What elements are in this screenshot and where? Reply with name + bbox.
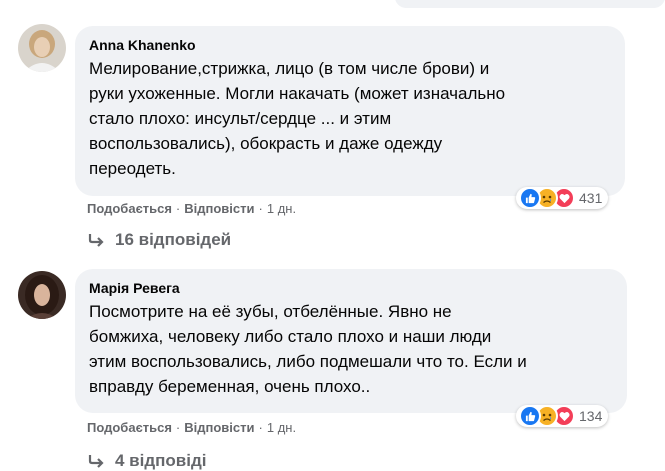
like-icon — [519, 187, 541, 209]
comment-timestamp[interactable]: 1 дн. — [267, 420, 296, 435]
comment-actions: Подобається · Відповісти · 1 дн. — [87, 420, 296, 435]
comment-bubble: Марія Ревега Посмотрите на её зубы, отбе… — [75, 269, 627, 413]
comment-text: Посмотрите на её зубы, отбелённые. Явно … — [89, 299, 613, 399]
comment-timestamp[interactable]: 1 дн. — [267, 201, 296, 216]
replies-label: 4 відповіді — [115, 451, 207, 470]
like-button[interactable]: Подобається — [87, 201, 172, 216]
like-icon — [519, 405, 541, 427]
comment-text-line: воспользовались), обокрасть и даже одежд… — [89, 134, 443, 153]
separator: · — [175, 201, 181, 216]
comment-text-line: Мелирование,стрижка, лицо (в том числе б… — [89, 59, 490, 78]
reactions-summary[interactable]: 134 — [516, 405, 609, 427]
reply-button[interactable]: Відповісти — [184, 201, 254, 216]
view-replies-button[interactable]: 16 відповідей — [88, 230, 231, 250]
like-button[interactable]: Подобається — [87, 420, 172, 435]
replies-label: 16 відповідей — [115, 230, 232, 249]
separator: · — [258, 201, 263, 216]
comment-text: Мелирование,стрижка, лицо (в том числе б… — [89, 56, 611, 181]
comment-actions: Подобається · Відповісти · 1 дн. — [87, 201, 296, 216]
comment-text-line: вправду беременная, очень плохо.. — [89, 377, 371, 396]
avatar[interactable] — [18, 24, 66, 72]
reply-button[interactable]: Відповісти — [184, 420, 254, 435]
comment-text-line: переодеть. — [89, 159, 176, 178]
comment-text-line: Посмотрите на её зубы, отбелённые. Явно … — [89, 302, 452, 321]
separator: · — [258, 420, 263, 435]
comment-bubble: Anna Khanenko Мелирование,стрижка, лицо … — [75, 26, 625, 196]
avatar[interactable] — [18, 271, 66, 319]
comment-author[interactable]: Марія Ревега — [89, 279, 613, 297]
comment-author[interactable]: Anna Khanenko — [89, 36, 611, 54]
reaction-count: 134 — [579, 408, 603, 424]
reaction-count: 431 — [579, 190, 603, 206]
reactions-summary[interactable]: 431 — [516, 187, 609, 209]
comment-text-line: руки ухоженные. Могли накачать (может из… — [89, 84, 506, 103]
reply-arrow-icon — [88, 234, 104, 247]
comment-text-line: стало плохо: инсульт/сердце ... и этим — [89, 109, 392, 128]
view-replies-button[interactable]: 4 відповіді — [88, 451, 206, 471]
separator: · — [175, 420, 181, 435]
previous-comment-bubble — [395, 0, 665, 8]
comment-text-line: этим воспользовались, либо подмешали что… — [89, 352, 527, 371]
comment-text-line: бомжиха, человеку либо стало плохо и наш… — [89, 327, 492, 346]
